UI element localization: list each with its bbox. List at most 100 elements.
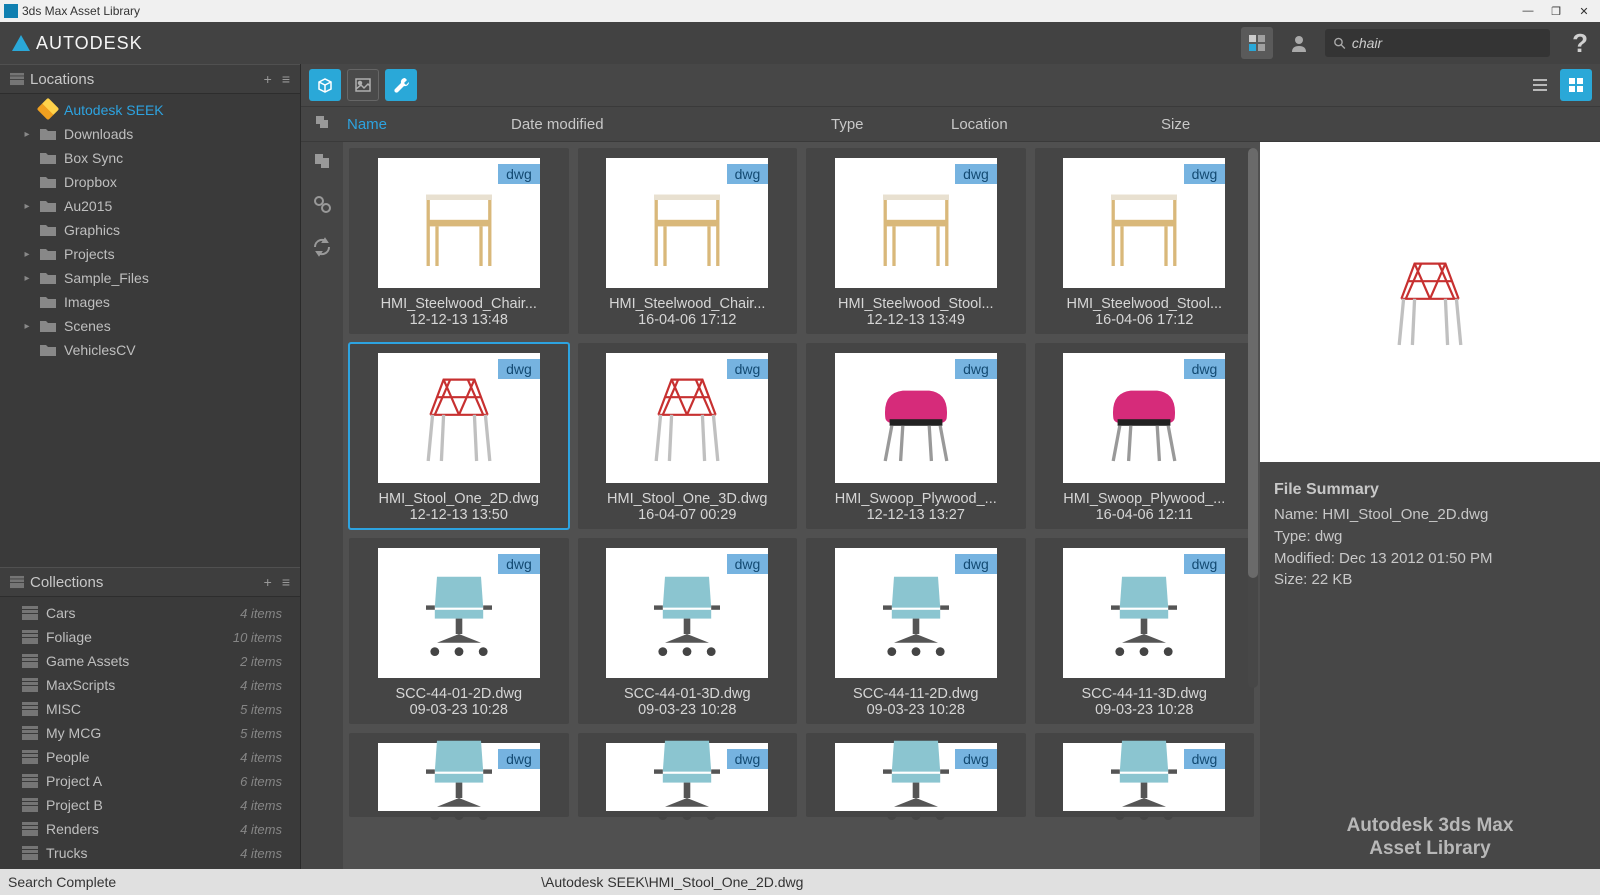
search-box[interactable] [1325,29,1550,57]
tool-wrench-button[interactable] [385,69,417,101]
location-item-graphics[interactable]: Graphics [0,218,300,242]
stack-icon [22,798,38,812]
collection-item-people[interactable]: People4 items [0,745,300,769]
asset-card[interactable]: dwgHMI_Steelwood_Stool...16-04-06 17:12 [1035,148,1255,334]
status-path: \Autodesk SEEK\HMI_Stool_One_2D.dwg [541,874,803,890]
asset-thumbnail: dwg [378,353,540,483]
side-tool-refresh-icon[interactable] [311,236,333,261]
collection-item-renders[interactable]: Renders4 items [0,817,300,841]
maximize-button[interactable]: ❐ [1544,2,1568,20]
expand-icon[interactable]: ▸ [22,201,32,212]
collection-item-foliage[interactable]: Foliage10 items [0,625,300,649]
scrollbar[interactable] [1248,148,1258,688]
location-item-box-sync[interactable]: Box Sync [0,146,300,170]
asset-card[interactable]: dwgSCC-44-01-2D.dwg09-03-23 10:28 [349,538,569,724]
asset-name: HMI_Swoop_Plywood_... [835,491,997,507]
scrollbar-thumb[interactable] [1248,148,1258,578]
asset-thumbnail: dwg [1063,548,1225,678]
location-label: Sample_Files [64,270,149,286]
close-button[interactable]: ✕ [1572,2,1596,20]
collection-item-cars[interactable]: Cars4 items [0,601,300,625]
expand-icon[interactable]: ▸ [22,249,32,260]
asset-card[interactable]: dwgSCC-44-01-3D.dwg09-03-23 10:28 [578,538,798,724]
column-location[interactable]: Location [951,116,1161,133]
asset-date: 12-12-13 13:48 [410,312,508,328]
file-name-row: Name: HMI_Stool_One_2D.dwg [1274,504,1586,526]
view-list-button[interactable] [1524,69,1556,101]
collection-label: Trucks [46,845,87,861]
asset-card[interactable]: dwg [806,733,1026,817]
collection-item-maxscripts[interactable]: MaxScripts4 items [0,673,300,697]
asset-thumbnail: dwg [1063,743,1225,811]
search-input[interactable] [1352,35,1542,51]
asset-card[interactable]: dwgHMI_Steelwood_Stool...12-12-13 13:49 [806,148,1026,334]
file-summary-title: File Summary [1274,478,1586,501]
status-left: Search Complete [8,874,116,890]
view-grid-button[interactable] [1560,69,1592,101]
asset-thumbnail: dwg [606,548,768,678]
column-name[interactable]: Name [343,116,511,133]
location-item-autodesk-seek[interactable]: Autodesk SEEK [0,98,300,122]
side-tool-gear-icon[interactable] [311,193,333,218]
collection-item-trucks[interactable]: Trucks4 items [0,841,300,865]
tool-cube-button[interactable] [309,69,341,101]
help-icon[interactable]: ? [1572,28,1588,59]
asset-card[interactable]: dwgHMI_Stool_One_2D.dwg12-12-13 13:50 [349,343,569,529]
collection-label: MaxScripts [46,677,115,693]
locations-add-button[interactable]: + [264,71,272,87]
location-item-au2015[interactable]: ▸Au2015 [0,194,300,218]
location-item-dropbox[interactable]: Dropbox [0,170,300,194]
column-size[interactable]: Size [1161,116,1190,133]
collection-item-misc[interactable]: MISC5 items [0,697,300,721]
asset-card[interactable]: dwgHMI_Swoop_Plywood_...16-04-06 12:11 [1035,343,1255,529]
location-label: Images [64,294,110,310]
brand-line-1: Autodesk 3ds Max [1260,814,1600,838]
collections-list: Cars4 itemsFoliage10 itemsGame Assets2 i… [0,597,300,869]
location-item-scenes[interactable]: ▸Scenes [0,314,300,338]
column-type[interactable]: Type [831,116,951,133]
asset-card[interactable]: dwgHMI_Steelwood_Chair...12-12-13 13:48 [349,148,569,334]
menu-tiles-button[interactable] [1241,27,1273,59]
minimize-button[interactable]: — [1516,2,1540,20]
asset-card[interactable]: dwgSCC-44-11-3D.dwg09-03-23 10:28 [1035,538,1255,724]
asset-card[interactable]: dwgSCC-44-11-2D.dwg09-03-23 10:28 [806,538,1026,724]
location-label: Projects [64,246,115,262]
location-item-projects[interactable]: ▸ Projects [0,242,300,266]
tool-image-button[interactable] [347,69,379,101]
asset-card[interactable]: dwg [1035,733,1255,817]
side-tool-link-icon[interactable] [311,150,333,175]
expand-icon[interactable]: ▸ [22,321,32,332]
user-icon[interactable] [1283,27,1315,59]
collection-item-my-mcg[interactable]: My MCG5 items [0,721,300,745]
file-type-badge: dwg [727,164,769,184]
main-header: AUTODESK ? [0,22,1600,64]
asset-name: HMI_Steelwood_Stool... [1066,296,1222,312]
collection-count: 6 items [240,774,282,789]
collections-menu-button[interactable]: ≡ [282,574,290,590]
collection-item-project-b[interactable]: Project B4 items [0,793,300,817]
asset-card[interactable]: dwg [578,733,798,817]
asset-card[interactable]: dwgHMI_Stool_One_3D.dwg16-04-07 00:29 [578,343,798,529]
location-item-sample-files[interactable]: ▸ Sample_Files [0,266,300,290]
location-label: VehiclesCV [64,342,136,358]
location-item-downloads[interactable]: ▸Downloads [0,122,300,146]
location-item-images[interactable]: Images [0,290,300,314]
collection-count: 10 items [233,630,282,645]
asset-date: 12-12-13 13:27 [867,507,965,523]
expand-icon[interactable]: ▸ [22,273,32,284]
collection-item-project-a[interactable]: Project A6 items [0,769,300,793]
asset-date: 12-12-13 13:49 [867,312,965,328]
asset-thumbnail: dwg [1063,158,1225,288]
collections-add-button[interactable]: + [264,574,272,590]
collection-item-game-assets[interactable]: Game Assets2 items [0,649,300,673]
file-modified-row: Modified: Dec 13 2012 01:50 PM [1274,548,1586,570]
asset-card[interactable]: dwg [349,733,569,817]
asset-card[interactable]: dwgHMI_Swoop_Plywood_...12-12-13 13:27 [806,343,1026,529]
locations-menu-button[interactable]: ≡ [282,71,290,87]
location-item-vehiclescv[interactable]: VehiclesCV [0,338,300,362]
column-icon[interactable] [301,114,343,134]
column-date[interactable]: Date modified [511,116,831,133]
expand-icon[interactable]: ▸ [22,129,32,140]
asset-card[interactable]: dwgHMI_Steelwood_Chair...16-04-06 17:12 [578,148,798,334]
location-label: Box Sync [64,150,123,166]
